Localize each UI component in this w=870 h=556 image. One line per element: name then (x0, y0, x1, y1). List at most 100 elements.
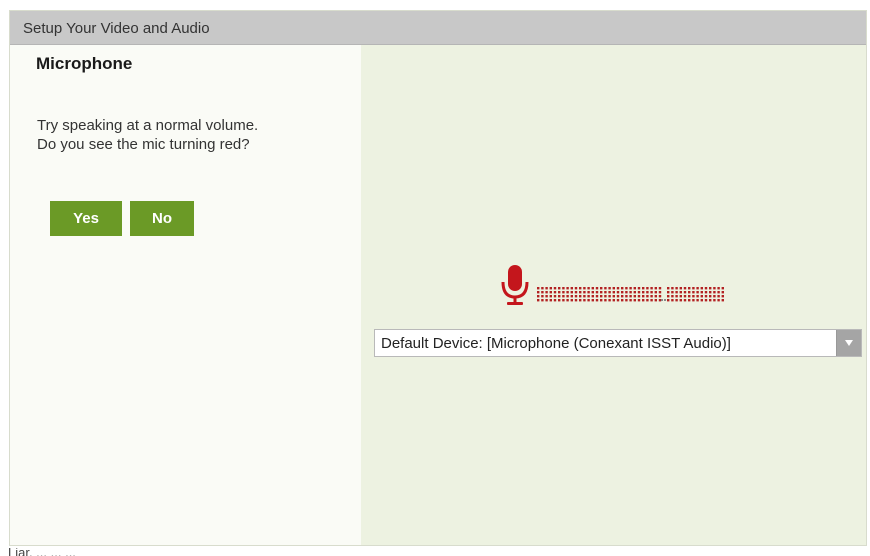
level-dot (679, 299, 682, 302)
level-separator-dot (661, 299, 663, 301)
level-dot (600, 299, 603, 302)
level-dot (574, 295, 578, 298)
no-button[interactable]: No (130, 201, 194, 236)
level-dot (587, 287, 590, 290)
level-dot (700, 299, 703, 302)
level-dot (558, 295, 561, 298)
level-dot (650, 299, 653, 302)
level-dot (604, 299, 607, 302)
level-dot (621, 299, 624, 302)
level-dot (642, 299, 645, 302)
level-dot (579, 295, 582, 298)
dialog-titlebar: Setup Your Video and Audio (10, 11, 866, 45)
dialog-title: Setup Your Video and Audio (23, 20, 210, 37)
level-dot (562, 295, 565, 298)
level-dot (700, 291, 703, 294)
level-dot (637, 291, 641, 294)
level-dot (704, 291, 708, 294)
level-dot (721, 291, 724, 294)
level-dot (667, 295, 670, 298)
level-dot (717, 299, 720, 302)
level-dot (675, 291, 678, 294)
level-dot (629, 291, 632, 294)
level-dot (667, 287, 670, 290)
level-dot (595, 291, 599, 294)
level-dot (717, 287, 720, 290)
level-dot (549, 295, 552, 298)
level-dot (579, 287, 582, 290)
level-dot (541, 291, 544, 294)
level-dot (625, 295, 628, 298)
level-dot (671, 299, 674, 302)
level-dot (696, 291, 699, 294)
level-dot (541, 295, 544, 298)
level-dot (570, 287, 573, 290)
level-dot (608, 295, 611, 298)
chevron-down-icon[interactable] (836, 330, 861, 356)
level-dot (650, 295, 653, 298)
level-dot (683, 295, 687, 298)
level-dot (688, 291, 691, 294)
level-dot (595, 287, 599, 290)
level-dot (658, 295, 662, 298)
level-dot (549, 299, 552, 302)
level-dot (717, 295, 720, 298)
level-dot (574, 287, 578, 290)
level-dot (600, 287, 603, 290)
level-dot (625, 287, 628, 290)
level-dot (658, 291, 662, 294)
level-dot (583, 295, 586, 298)
level-dot (642, 287, 645, 290)
level-dot (604, 295, 607, 298)
level-dot (625, 291, 628, 294)
level-dot (717, 291, 720, 294)
level-dot (545, 287, 548, 290)
level-dot (549, 287, 552, 290)
level-dot (608, 287, 611, 290)
level-dot (558, 299, 561, 302)
level-dot (545, 299, 548, 302)
level-dot (562, 291, 565, 294)
device-select[interactable]: Default Device: [Microphone (Conexant IS… (374, 329, 862, 357)
level-dot (713, 295, 716, 298)
yes-button[interactable]: Yes (50, 201, 122, 236)
level-dot (541, 299, 544, 302)
level-dot (709, 299, 712, 302)
level-dot (591, 287, 594, 290)
level-dot (574, 299, 578, 302)
level-dot (646, 287, 649, 290)
level-dot (558, 287, 561, 290)
level-dot (587, 299, 590, 302)
microphone-icon (500, 265, 530, 312)
level-dot (700, 287, 703, 290)
level-dot (579, 299, 582, 302)
level-dot (683, 287, 687, 290)
level-dot (562, 287, 565, 290)
level-dot (713, 287, 716, 290)
level-dot (566, 299, 569, 302)
level-dot (700, 295, 703, 298)
level-dot (616, 299, 620, 302)
level-dot (579, 291, 582, 294)
level-dot (709, 295, 712, 298)
level-dot (591, 295, 594, 298)
level-dot (604, 287, 607, 290)
level-dot (553, 291, 557, 294)
level-dot (570, 299, 573, 302)
level-dot (646, 295, 649, 298)
background-partial-text: Liar, ... ... ... (8, 548, 76, 556)
level-dot (537, 287, 540, 290)
level-dot (650, 287, 653, 290)
level-dot (600, 291, 603, 294)
level-dot (625, 299, 628, 302)
level-dot (621, 291, 624, 294)
level-dot (545, 295, 548, 298)
instruction-text: Try speaking at a normal volume. Do you … (37, 116, 258, 154)
level-dot (667, 299, 670, 302)
level-dot (595, 295, 599, 298)
level-dot (545, 291, 548, 294)
level-dot (679, 287, 682, 290)
level-dot (621, 287, 624, 290)
level-dot (553, 287, 557, 290)
level-dot (721, 295, 724, 298)
